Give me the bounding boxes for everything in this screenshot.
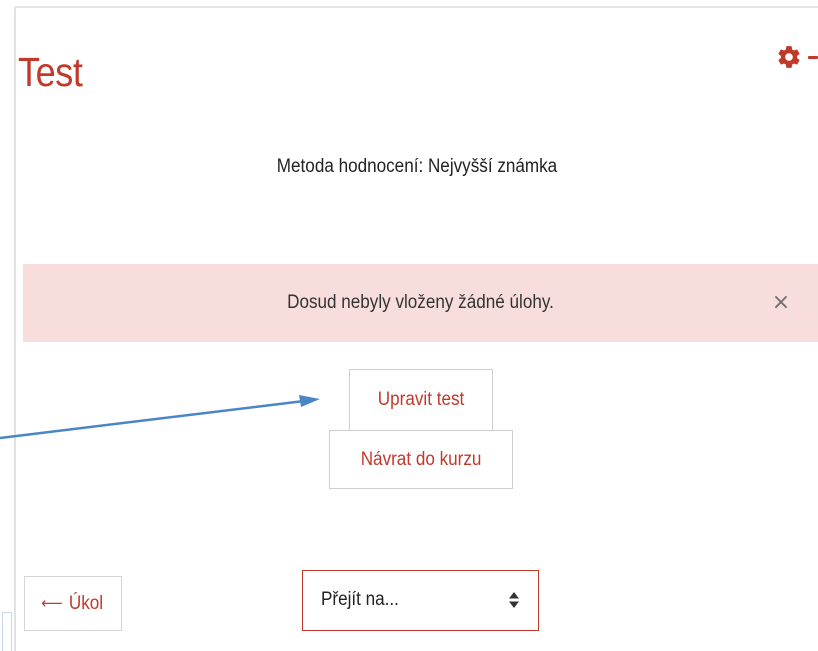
prev-activity-label: Úkol: [68, 593, 103, 614]
drawer-tab[interactable]: [2, 612, 12, 651]
content-border-left: [14, 6, 16, 651]
chevron-updown-icon: [509, 592, 519, 608]
alert-message: Dosud nebyly vloženy žádné úlohy.: [287, 292, 554, 313]
grading-method: Metoda hodnocení: Nejvyšší známka: [276, 156, 558, 177]
edit-quiz-label: Upravit test: [377, 389, 465, 410]
jump-to-select[interactable]: Přejít na...: [302, 570, 539, 631]
annotation-arrow-line: [0, 399, 305, 440]
gear-icon[interactable]: [776, 44, 802, 70]
page-title: Test: [18, 49, 83, 95]
left-margin: [0, 0, 14, 651]
content-border-top: [14, 6, 818, 8]
prev-activity-link[interactable]: ⟵ Úkol: [24, 576, 122, 631]
arrow-left-icon: ⟵: [41, 594, 63, 612]
no-questions-alert: Dosud nebyly vloženy žádné úlohy. ×: [23, 264, 818, 342]
chevron-down-icon[interactable]: [808, 56, 818, 59]
annotation-arrow-head: [299, 395, 320, 407]
jump-to-value: Přejít na...: [321, 589, 399, 610]
return-to-course-label: Návrat do kurzu: [360, 449, 482, 470]
edit-quiz-button[interactable]: Upravit test: [349, 369, 493, 431]
return-to-course-button[interactable]: Návrat do kurzu: [329, 430, 513, 489]
close-icon[interactable]: ×: [767, 286, 795, 320]
quiz-page: Test Metoda hodnocení: Nejvyšší známka D…: [0, 0, 818, 651]
